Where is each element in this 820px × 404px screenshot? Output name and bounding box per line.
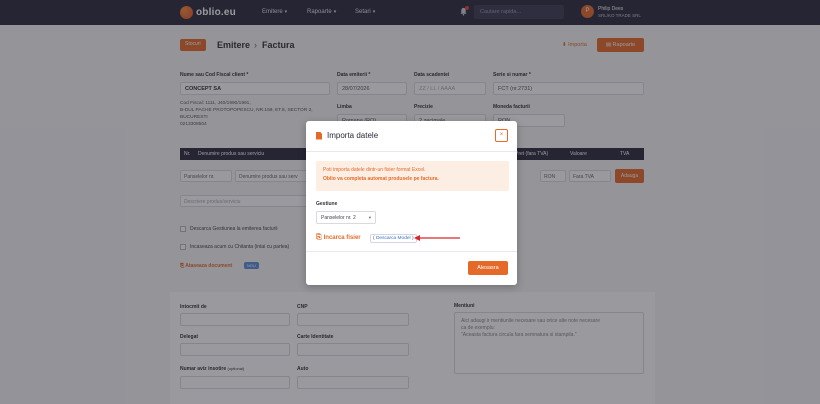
modal-title: Importa datele xyxy=(316,131,378,140)
descarca-model-link[interactable]: ( Descarca Model ) xyxy=(370,234,417,243)
chevron-down-icon: ▾ xyxy=(368,215,371,220)
paperclip-icon: ⎘ xyxy=(316,234,322,241)
modal-divider xyxy=(306,151,517,152)
red-arrow-annotation-icon xyxy=(414,235,460,241)
file-icon xyxy=(316,131,322,140)
modal-footer-divider xyxy=(306,251,517,252)
info-alert: Poti importa datele dintr-un fisier form… xyxy=(316,161,509,191)
alege-button[interactable]: Alesasra xyxy=(468,261,508,275)
gestiune-select[interactable]: Panselelor nr. 2 ▾ xyxy=(316,211,376,224)
import-modal: Importa datele × Poti importa datele din… xyxy=(306,121,517,285)
gestiune-label: Gestiune xyxy=(316,201,338,207)
close-icon[interactable]: × xyxy=(495,129,508,142)
incarca-fisier-button[interactable]: ⎘ Incarca fisier xyxy=(316,234,361,242)
